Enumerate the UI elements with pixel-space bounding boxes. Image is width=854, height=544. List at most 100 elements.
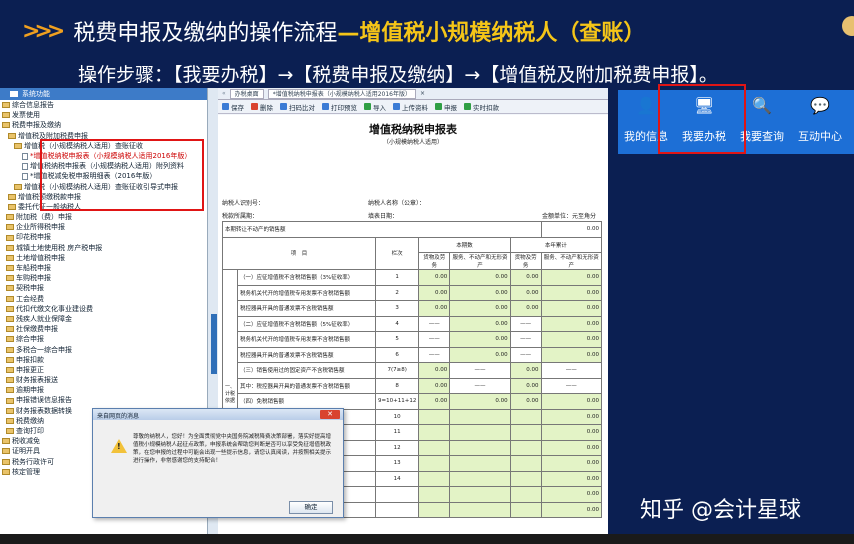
table-cell[interactable]: 0.00 (540, 284, 603, 301)
table-cell[interactable]: 0.00 (418, 393, 451, 410)
table-cell[interactable]: 0.00 (540, 455, 603, 472)
splitter-handle[interactable] (211, 314, 217, 374)
table-cell[interactable] (449, 424, 511, 441)
table-cell[interactable]: 0.00 (509, 377, 542, 394)
table-cell[interactable]: 0.00 (418, 377, 451, 394)
table-cell[interactable]: 0.00 (509, 284, 542, 301)
tree-item[interactable]: 社保缴费申报 (0, 324, 207, 334)
tab-desktop[interactable]: 办税桌面 (229, 88, 264, 99)
table-cell[interactable]: 0.00 (449, 393, 511, 410)
tree-item[interactable]: 申报更正 (0, 365, 207, 375)
tree-item[interactable]: 车购税申报 (0, 273, 207, 283)
table-cell[interactable] (449, 408, 511, 425)
table-row: 税控器具开具的普通发票不含税销售额 6 —— 0.00 —— 0.00 (223, 346, 603, 363)
tree-item[interactable]: 发票使用 (0, 110, 207, 120)
tree-item[interactable]: 印花税申报 (0, 232, 207, 242)
realtime-deduct-button[interactable]: 实时扣款 (464, 102, 499, 112)
table-cell[interactable] (418, 486, 451, 503)
table-cell[interactable]: 0.00 (509, 269, 542, 286)
tree-item-label: 逾期申报 (16, 386, 44, 395)
table-cell[interactable] (509, 486, 542, 503)
table-cell[interactable]: 0.00 (540, 269, 603, 286)
ok-button[interactable]: 确定 (289, 501, 333, 514)
tree-item[interactable]: 残疾人就业保障金 (0, 314, 207, 324)
double-chevron-left-icon[interactable]: « (222, 90, 226, 97)
table-cell[interactable] (509, 439, 542, 456)
table-cell[interactable] (418, 470, 451, 487)
tree-item[interactable]: 土地增值税申报 (0, 253, 207, 263)
tree-item[interactable]: 综合信息报告 (0, 100, 207, 110)
table-cell[interactable] (449, 501, 511, 518)
table-cell[interactable]: 0.00 (449, 331, 511, 348)
table-cell[interactable] (418, 408, 451, 425)
table-cell[interactable]: 0.00 (418, 284, 451, 301)
table-cell[interactable] (449, 470, 511, 487)
table-cell[interactable]: 0.00 (449, 269, 511, 286)
table-cell[interactable] (449, 439, 511, 456)
tab-vat-form[interactable]: *增值税纳税申报表（小规模纳税人适用2016年版） (267, 88, 416, 99)
table-cell[interactable]: 0.00 (449, 346, 511, 363)
tree-item[interactable]: 城镇土地使用税 房产税申报 (0, 243, 207, 253)
table-cell[interactable]: 0.00 (540, 501, 603, 518)
table-cell[interactable] (449, 486, 511, 503)
tree-item[interactable]: 车船税申报 (0, 263, 207, 273)
table-cell[interactable]: 0.00 (418, 269, 451, 286)
table-cell[interactable]: 0.00 (509, 300, 542, 317)
table-cell[interactable]: 0.00 (540, 221, 603, 238)
menu-item[interactable]: 💬 互动中心 (792, 90, 848, 154)
table-cell[interactable] (509, 501, 542, 518)
tree-item[interactable]: 企业所得税申报 (0, 222, 207, 232)
table-cell[interactable] (418, 455, 451, 472)
table-cell[interactable]: 0.00 (540, 470, 603, 487)
table-cell[interactable]: 0.00 (540, 439, 603, 456)
table-cell[interactable]: 0.00 (449, 300, 511, 317)
table-cell[interactable]: 0.00 (449, 315, 511, 332)
save-button[interactable]: 保存 (222, 102, 244, 112)
tree-item[interactable]: 附加税（费）申报 (0, 212, 207, 222)
delete-button[interactable]: 删除 (251, 102, 273, 112)
folder-icon (2, 122, 10, 129)
tree-item[interactable]: 税费申报及缴纳 (0, 120, 207, 130)
tree-item[interactable]: 申报扣款 (0, 355, 207, 365)
tree-item[interactable]: 代扣代缴文化事业建设费 (0, 304, 207, 314)
table-cell[interactable]: 0.00 (418, 362, 451, 379)
declare-button[interactable]: 申报 (435, 102, 457, 112)
table-cell[interactable]: 0.00 (449, 284, 511, 301)
tree-item[interactable]: 申报错误信息报告 (0, 395, 207, 405)
folder-icon (6, 326, 14, 333)
table-cell[interactable]: 0.00 (540, 300, 603, 317)
tree-item[interactable]: 多税合一综合申报 (0, 345, 207, 355)
table-cell[interactable]: 0.00 (540, 315, 603, 332)
table-cell[interactable]: 0.00 (540, 486, 603, 503)
tree-item[interactable]: 契税申报 (0, 283, 207, 293)
print-preview-button[interactable]: 打印预览 (322, 102, 357, 112)
table-cell[interactable] (449, 455, 511, 472)
table-cell[interactable]: 0.00 (509, 362, 542, 379)
table-row: 税务机关代开的增值税专用发票不含税销售额 2 0.00 0.00 0.00 0.00 (223, 284, 603, 301)
tree-item[interactable]: 财务报表报送 (0, 375, 207, 385)
table-cell[interactable]: 0.00 (418, 300, 451, 317)
table-cell[interactable] (418, 424, 451, 441)
table-cell[interactable] (509, 408, 542, 425)
table-cell[interactable] (509, 470, 542, 487)
tree-item[interactable]: 综合申报 (0, 334, 207, 344)
table-cell: —— (449, 362, 511, 379)
tree-item[interactable]: 逾期申报 (0, 385, 207, 395)
table-cell[interactable]: 0.00 (540, 346, 603, 363)
table-cell[interactable]: 0.00 (540, 393, 603, 410)
table-cell[interactable]: 0.00 (509, 393, 542, 410)
table-cell[interactable]: 0.00 (540, 331, 603, 348)
table-cell[interactable] (418, 501, 451, 518)
scan-compare-button[interactable]: 扫码比对 (280, 102, 315, 112)
table-cell[interactable] (418, 439, 451, 456)
close-button[interactable]: ✕ (320, 410, 340, 419)
close-icon[interactable]: × (420, 90, 425, 97)
table-cell[interactable] (509, 424, 542, 441)
import-button[interactable]: 导入 (364, 102, 386, 112)
table-cell[interactable]: 0.00 (540, 424, 603, 441)
dialog-message: 尊敬的纳税人，您好！为全面贯彻党中央国务院减税降费决策部署，落实好提高增值税小规… (133, 434, 332, 464)
upload-button[interactable]: 上传资料 (393, 102, 428, 112)
table-cell[interactable]: 0.00 (540, 408, 603, 425)
table-cell[interactable] (509, 455, 542, 472)
tree-item[interactable]: 工会经费 (0, 294, 207, 304)
